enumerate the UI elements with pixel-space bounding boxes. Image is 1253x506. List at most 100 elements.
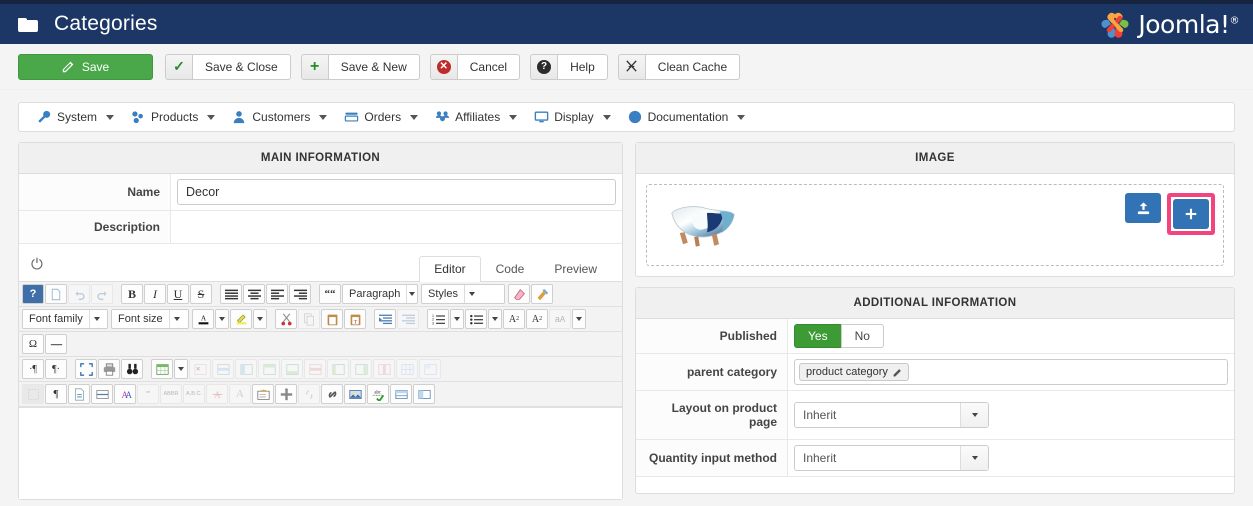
- font-family-select[interactable]: Font family: [22, 309, 108, 329]
- nav-item-affiliates[interactable]: Affiliates: [431, 103, 530, 131]
- delete-row-icon[interactable]: [304, 359, 326, 379]
- blockquote-icon[interactable]: ““: [319, 284, 341, 304]
- text-color-dropdown[interactable]: [215, 309, 229, 329]
- upload-image-button[interactable]: [1125, 193, 1161, 223]
- align-center-icon[interactable]: [243, 284, 265, 304]
- clean-formatting-icon[interactable]: [531, 284, 553, 304]
- underline-icon[interactable]: U: [167, 284, 189, 304]
- superscript-icon[interactable]: A2: [526, 309, 548, 329]
- numbered-list-icon[interactable]: 123: [427, 309, 449, 329]
- insert-module-icon[interactable]: [275, 384, 297, 404]
- bullet-list-dropdown[interactable]: [488, 309, 502, 329]
- delete-table-icon[interactable]: [189, 359, 211, 379]
- published-no-option[interactable]: No: [840, 324, 884, 348]
- nav-item-display[interactable]: Display: [530, 103, 623, 131]
- link-icon[interactable]: [321, 384, 343, 404]
- cut-icon[interactable]: [275, 309, 297, 329]
- text-color-icon[interactable]: A: [192, 309, 214, 329]
- split-cell-icon[interactable]: [396, 359, 418, 379]
- abbr-icon[interactable]: ABBR: [160, 384, 182, 404]
- insert-table-icon[interactable]: [151, 359, 173, 379]
- align-left-icon[interactable]: [266, 284, 288, 304]
- find-replace-dropdown[interactable]: [572, 309, 586, 329]
- search-icon[interactable]: [121, 359, 143, 379]
- paragraph-format-select[interactable]: Paragraph: [342, 284, 418, 304]
- image-dropzone[interactable]: [646, 184, 1224, 266]
- add-image-button[interactable]: [1173, 199, 1209, 229]
- highlight-color-icon[interactable]: [230, 309, 252, 329]
- outdent-icon[interactable]: [397, 309, 419, 329]
- new-document-icon[interactable]: [45, 284, 67, 304]
- page-break-icon[interactable]: [91, 384, 113, 404]
- redo-icon[interactable]: [91, 284, 113, 304]
- highlight-color-dropdown[interactable]: [253, 309, 267, 329]
- paste-icon[interactable]: [321, 309, 343, 329]
- power-toggle-icon[interactable]: ⏻: [31, 256, 43, 273]
- insert-column-before-icon[interactable]: [327, 359, 349, 379]
- insert-page-icon[interactable]: [68, 384, 90, 404]
- table-cell-properties-icon[interactable]: [235, 359, 257, 379]
- pilcrow-icon[interactable]: ¶: [45, 384, 67, 404]
- insert-row-before-icon[interactable]: [258, 359, 280, 379]
- horizontal-rule-icon[interactable]: [45, 334, 67, 354]
- nav-item-orders[interactable]: Orders: [340, 103, 431, 131]
- parent-category-tag[interactable]: product category: [799, 363, 909, 381]
- indent-icon[interactable]: [374, 309, 396, 329]
- quantity-input-method-select[interactable]: Inherit: [794, 445, 989, 471]
- unlink-icon[interactable]: [298, 384, 320, 404]
- layout-on-product-page-select[interactable]: Inherit: [794, 402, 989, 428]
- nav-item-customers[interactable]: Customers: [228, 103, 340, 131]
- insert-article-icon[interactable]: [252, 384, 274, 404]
- clean-cache-button[interactable]: Clean Cache: [617, 53, 741, 80]
- nav-item-products[interactable]: Products: [127, 103, 228, 131]
- insert-image-icon[interactable]: [344, 384, 366, 404]
- font-size-select[interactable]: Font size: [111, 309, 189, 329]
- readmore-icon[interactable]: AA: [114, 384, 136, 404]
- tab-editor[interactable]: Editor: [419, 256, 481, 282]
- fullscreen-icon[interactable]: [75, 359, 97, 379]
- show-blocks-icon[interactable]: [22, 384, 44, 404]
- delete-text-icon[interactable]: A: [206, 384, 228, 404]
- save-button[interactable]: Save: [18, 53, 153, 80]
- bullet-list-icon[interactable]: [465, 309, 487, 329]
- horizontal-layout-icon[interactable]: [390, 384, 412, 404]
- bold-icon[interactable]: B: [121, 284, 143, 304]
- insert-text-icon[interactable]: A: [229, 384, 251, 404]
- spellcheck-icon[interactable]: abc: [367, 384, 389, 404]
- insert-table-dropdown[interactable]: [174, 359, 188, 379]
- align-justify-icon[interactable]: [220, 284, 242, 304]
- acronym-icon[interactable]: A.B.C.: [183, 384, 205, 404]
- sidebar-layout-icon[interactable]: [413, 384, 435, 404]
- tab-code[interactable]: Code: [481, 256, 540, 282]
- edit-pencil-icon[interactable]: [893, 368, 902, 377]
- table-row-properties-icon[interactable]: [212, 359, 234, 379]
- eraser-icon[interactable]: [508, 284, 530, 304]
- save-and-new-button[interactable]: + Save & New: [300, 53, 420, 80]
- special-character-icon[interactable]: Ω: [22, 334, 44, 354]
- undo-icon[interactable]: [68, 284, 90, 304]
- insert-row-after-icon[interactable]: [281, 359, 303, 379]
- find-replace-text-icon[interactable]: aA: [549, 309, 571, 329]
- insert-column-after-icon[interactable]: [350, 359, 372, 379]
- subscript-icon[interactable]: A2: [503, 309, 525, 329]
- paste-as-text-icon[interactable]: T: [344, 309, 366, 329]
- help-icon[interactable]: ?: [22, 284, 44, 304]
- styles-select[interactable]: Styles: [421, 284, 505, 304]
- italic-icon[interactable]: I: [144, 284, 166, 304]
- save-and-close-button[interactable]: ✓ Save & Close: [165, 53, 291, 80]
- published-yes-option[interactable]: Yes: [794, 324, 841, 348]
- numbered-list-dropdown[interactable]: [450, 309, 464, 329]
- nav-item-system[interactable]: System: [33, 103, 127, 131]
- cancel-button[interactable]: ✕ Cancel: [429, 53, 521, 80]
- nav-item-documentation[interactable]: Documentation: [624, 103, 759, 131]
- delete-column-icon[interactable]: [373, 359, 395, 379]
- insert-quote-icon[interactable]: “”: [137, 384, 159, 404]
- name-input[interactable]: [177, 179, 616, 205]
- help-button[interactable]: ? Help: [530, 53, 608, 80]
- editor-content-area[interactable]: [19, 407, 622, 499]
- tab-preview[interactable]: Preview: [539, 256, 612, 282]
- ceramic-bowl-thumbnail[interactable]: [667, 197, 739, 253]
- published-toggle[interactable]: Yes No: [794, 324, 884, 348]
- parent-category-tagfield[interactable]: product category: [794, 359, 1228, 385]
- copy-icon[interactable]: [298, 309, 320, 329]
